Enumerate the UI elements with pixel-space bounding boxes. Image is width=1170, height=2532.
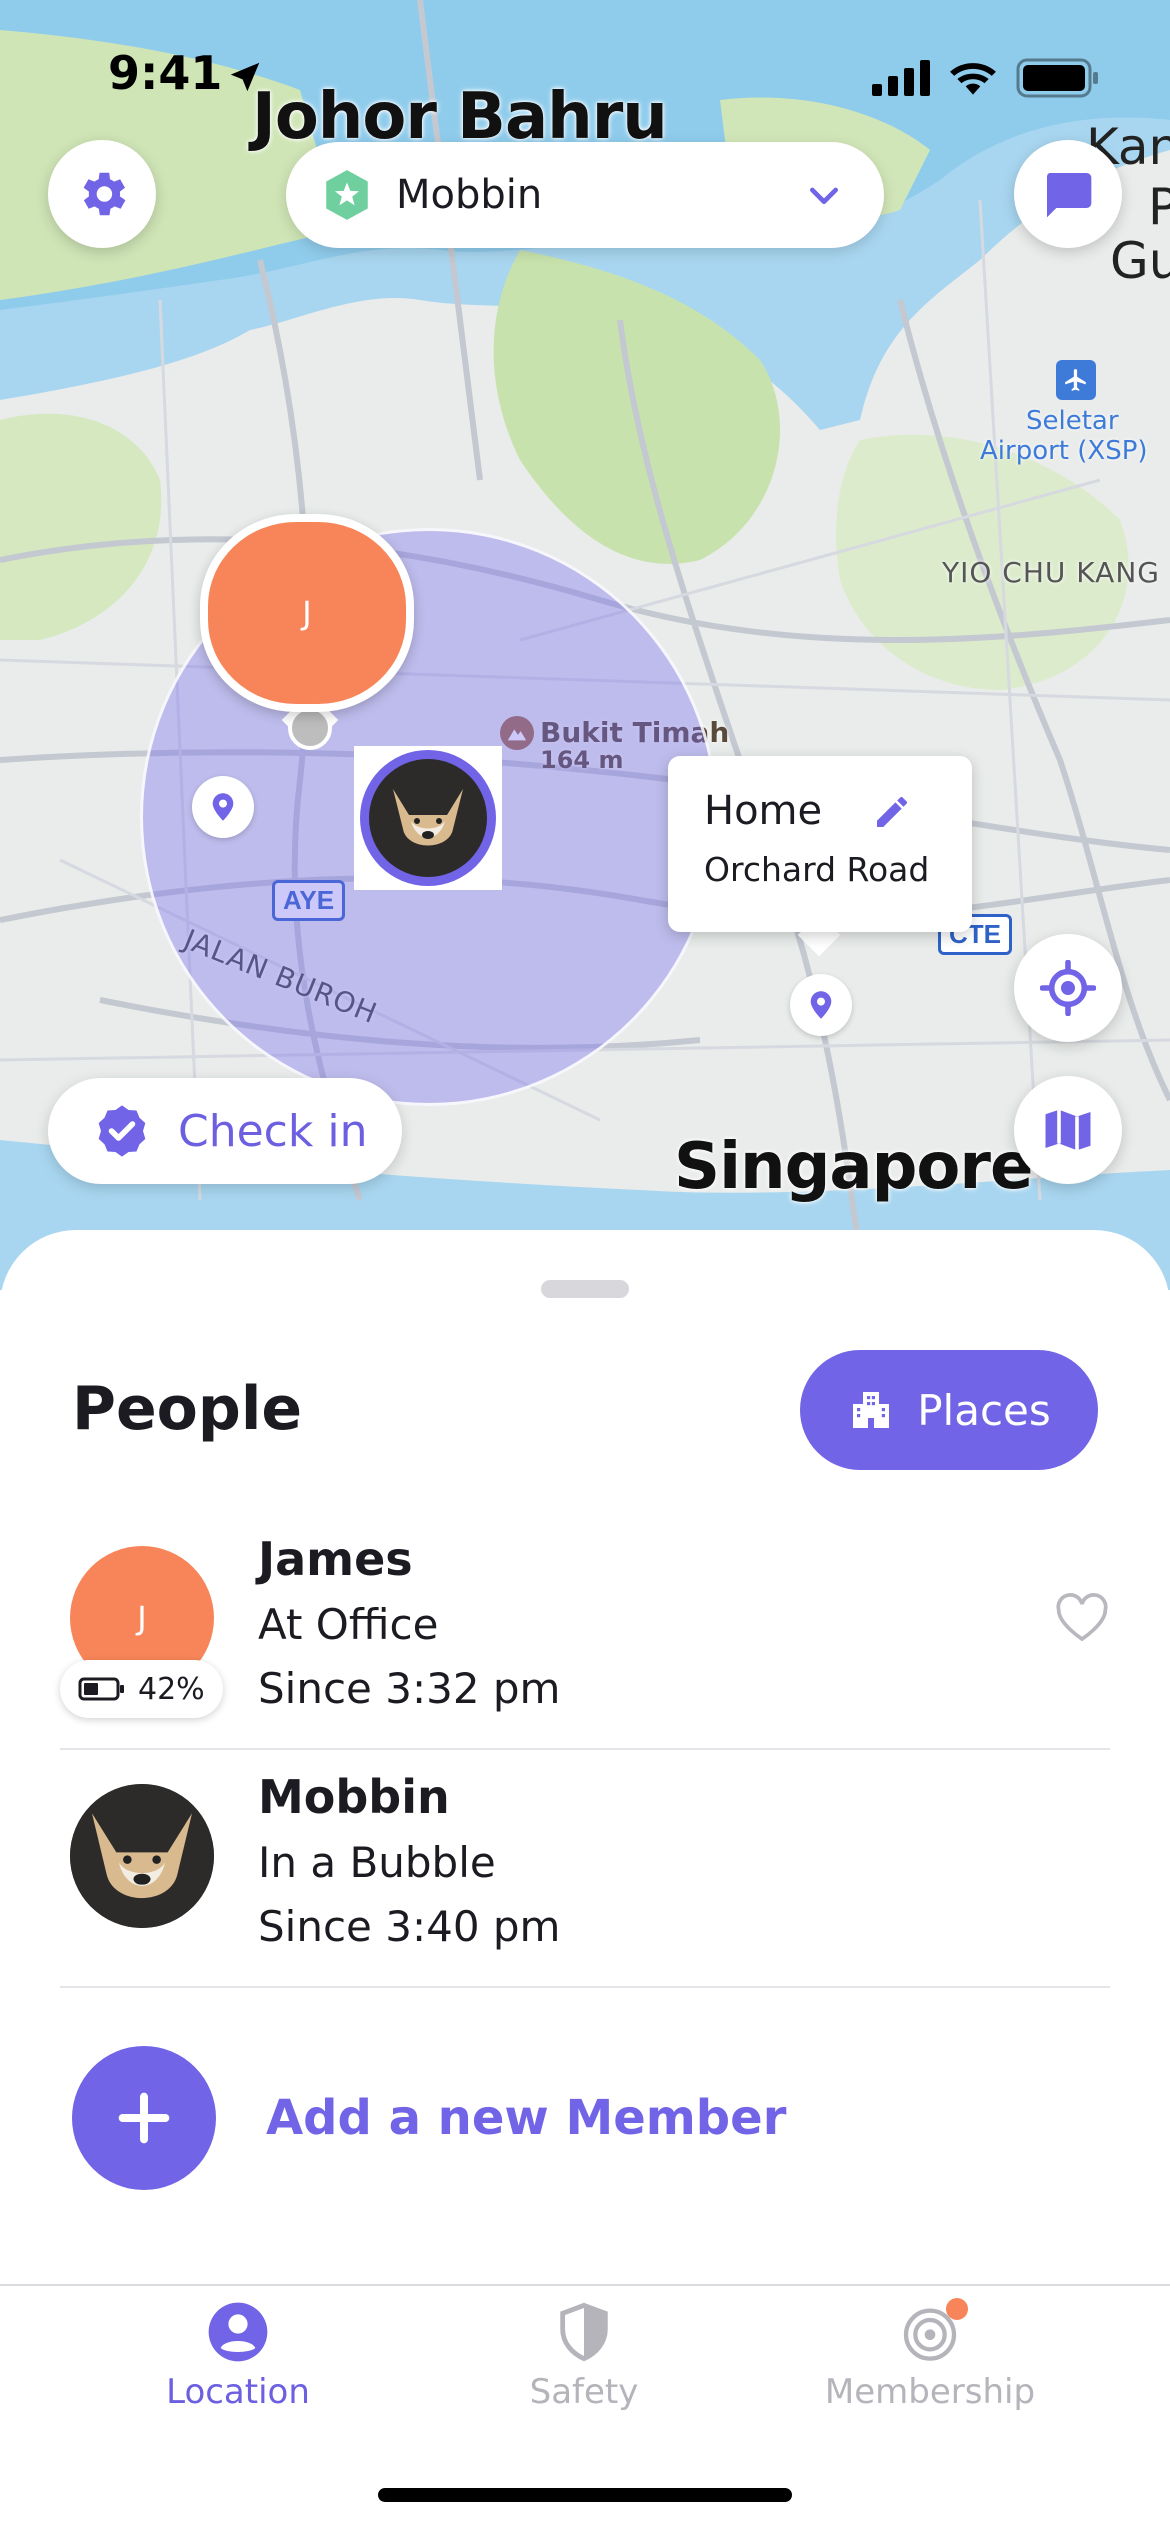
person-name: James: [258, 1532, 413, 1586]
person-row-james[interactable]: J 42% James At Office Since 3:32 pm: [60, 1512, 1110, 1750]
chat-button[interactable]: [1014, 140, 1122, 248]
wifi-icon: [950, 63, 996, 95]
home-place-card[interactable]: Home Orchard Road: [668, 756, 972, 932]
sheet-title: People: [72, 1374, 303, 1444]
tab-membership[interactable]: Membership: [790, 2298, 1070, 2412]
airport-icon: [1056, 360, 1096, 400]
favorite-heart-icon[interactable]: [1054, 1592, 1110, 1648]
people-sheet: People Places J 42% James At Office Sinc…: [0, 1230, 1170, 2280]
location-arrow-icon: [226, 58, 264, 100]
map-label-singapore: Singapore: [674, 1130, 1033, 1204]
home-indicator: [378, 2488, 792, 2502]
map-label-seletar: Seletar: [1026, 406, 1119, 436]
person-status: In a Bubble: [258, 1838, 496, 1887]
member-marker-james[interactable]: J: [200, 514, 414, 712]
sheet-grabber[interactable]: [541, 1280, 629, 1298]
status-bar-time: 9:41: [108, 46, 223, 100]
check-badge-icon: [98, 1105, 146, 1157]
cellular-signal-icon: [872, 60, 930, 96]
map-type-button[interactable]: [1014, 1076, 1122, 1184]
map-icon: [1045, 1109, 1091, 1151]
person-name: Mobbin: [258, 1770, 450, 1824]
tab-location[interactable]: Location: [98, 2300, 378, 2412]
add-member-button[interactable]: Add a new Member: [72, 2046, 786, 2190]
shield-icon: [560, 2302, 608, 2362]
building-icon: [853, 1392, 890, 1428]
avatar: [70, 1784, 214, 1928]
place-pin-icon[interactable]: [192, 776, 254, 838]
add-member-label: Add a new Member: [266, 2090, 787, 2146]
chat-bubble-icon: [1046, 173, 1092, 218]
check-in-button[interactable]: Check in: [48, 1078, 402, 1184]
battery-low-icon: [78, 1677, 124, 1701]
battery-status-icon: [1016, 58, 1098, 98]
map-label-airport: Airport (XSP): [980, 436, 1148, 466]
home-pin-icon[interactable]: [790, 974, 852, 1036]
member-location-dot: [288, 706, 332, 750]
membership-icon: [898, 2298, 968, 2364]
person-row-mobbin[interactable]: Mobbin In a Bubble Since 3:40 pm: [60, 1750, 1110, 1988]
crosshair-icon: [1040, 960, 1096, 1016]
battery-badge: 42%: [60, 1660, 223, 1718]
person-status: At Office: [258, 1600, 439, 1649]
recenter-button[interactable]: [1014, 934, 1122, 1042]
tab-safety[interactable]: Safety: [444, 2300, 724, 2412]
dog-avatar-icon: [369, 759, 487, 877]
places-button[interactable]: Places: [800, 1350, 1098, 1470]
map-view[interactable]: Johor Bahru Kan P Gu Seletar Airport (XS…: [0, 0, 1170, 1290]
avatar-initial: J: [137, 1599, 147, 1637]
notification-dot: [946, 2298, 968, 2320]
places-label: Places: [917, 1385, 1051, 1435]
home-card-address: Orchard Road: [704, 850, 930, 889]
tab-location-label: Location: [166, 2372, 310, 2412]
person-since: Since 3:32 pm: [258, 1664, 561, 1713]
edit-pencil-icon[interactable]: [872, 792, 912, 836]
dog-avatar-icon: [70, 1784, 214, 1928]
map-label-p: P: [1148, 178, 1170, 236]
circle-selector[interactable]: Mobbin: [286, 142, 884, 248]
circle-selector-name: Mobbin: [396, 172, 543, 218]
member-marker-mobbin[interactable]: [354, 746, 502, 890]
map-label-gu: Gu: [1110, 232, 1170, 290]
settings-button[interactable]: [48, 140, 156, 248]
person-since: Since 3:40 pm: [258, 1902, 561, 1951]
tab-membership-label: Membership: [824, 2372, 1036, 2412]
map-label-yio-chu-kang: YIO CHU KANG: [942, 556, 1160, 589]
tab-safety-label: Safety: [529, 2372, 639, 2412]
gear-icon: [83, 172, 126, 216]
plus-icon: [72, 2046, 216, 2190]
circle-badge-icon: [326, 170, 368, 220]
battery-percent: 42%: [138, 1671, 205, 1707]
status-bar-icons: [872, 58, 1100, 98]
person-pin-icon: [208, 2302, 268, 2362]
member-marker-initial: J: [302, 594, 312, 632]
chevron-down-icon: [810, 187, 838, 204]
check-in-label: Check in: [178, 1105, 368, 1157]
